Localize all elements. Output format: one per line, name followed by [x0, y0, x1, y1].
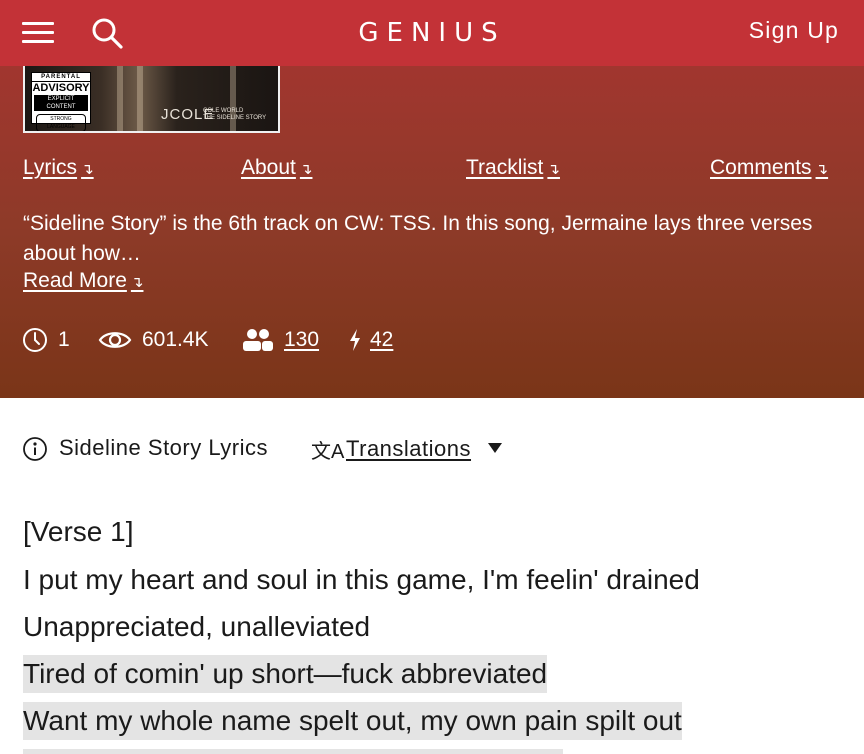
annotated-lyric-line[interactable]: Want my whole name spelt out, my own pai… [23, 702, 682, 740]
followers-count[interactable]: 130 [284, 328, 319, 352]
subnav-tracklist-link[interactable]: Tracklist ↴ [466, 156, 560, 180]
followers-stat[interactable]: 130 [242, 322, 319, 358]
album-cover[interactable]: PARENTAL ADVISORY EXPLICIT CONTENT STRON… [23, 66, 280, 133]
views-stat: 601.4K [98, 322, 209, 358]
contributors-count: 1 [58, 328, 70, 351]
translations-dropdown[interactable]: Translations [346, 436, 471, 462]
annotated-lyric-line[interactable]: Tired of comin' up short—fuck abbreviate… [23, 655, 548, 693]
lyric-line: I put my heart and soul in this game, I'… [23, 564, 700, 595]
clock-icon [23, 328, 47, 352]
parental-advisory-label: PARENTAL ADVISORY EXPLICIT CONTENT STRON… [31, 72, 91, 131]
genius-logo[interactable]: GENIUS [332, 16, 532, 50]
read-more-link[interactable]: Read More ↴ [23, 269, 143, 293]
lyrics-header: Sideline Story Lyrics 文A Translations [22, 432, 842, 466]
info-icon[interactable] [22, 436, 48, 462]
song-subnav: Lyrics ↴ About ↴ Tracklist ↴ Comments ↴ [0, 156, 864, 186]
lyric-line: Unappreciated, unalleviated [23, 611, 371, 642]
subnav-comments-link[interactable]: Comments ↴ [710, 156, 828, 180]
annotated-lyric-line-partial[interactable] [23, 749, 563, 754]
eye-icon [98, 332, 132, 348]
annotations-count[interactable]: 42 [370, 328, 393, 352]
contributors-stat: 1 [22, 322, 70, 358]
subnav-about-link[interactable]: About ↴ [241, 156, 312, 180]
song-description: “Sideline Story” is the 6th track on CW:… [23, 212, 813, 265]
caret-down-icon[interactable] [487, 442, 503, 454]
subnav-lyrics-link[interactable]: Lyrics ↴ [23, 156, 94, 180]
sign-up-button[interactable]: Sign Up [749, 17, 839, 44]
users-icon [243, 329, 273, 351]
search-icon[interactable] [90, 16, 124, 50]
translate-icon[interactable]: 文A [311, 435, 344, 464]
song-stats: 1 601.4K 130 42 [22, 322, 542, 358]
hamburger-menu-icon[interactable] [22, 20, 56, 46]
lyric-section-header: [Verse 1] [23, 516, 134, 547]
annotations-stat[interactable]: 42 [348, 322, 393, 358]
cover-title-text: COLE WORLD THE SIDELINE STORY [203, 108, 267, 121]
lightning-icon [350, 329, 360, 351]
views-count: 601.4K [142, 328, 209, 351]
top-nav-bar: GENIUS Sign Up [0, 0, 864, 66]
lyrics-title: Sideline Story Lyrics [59, 435, 268, 460]
